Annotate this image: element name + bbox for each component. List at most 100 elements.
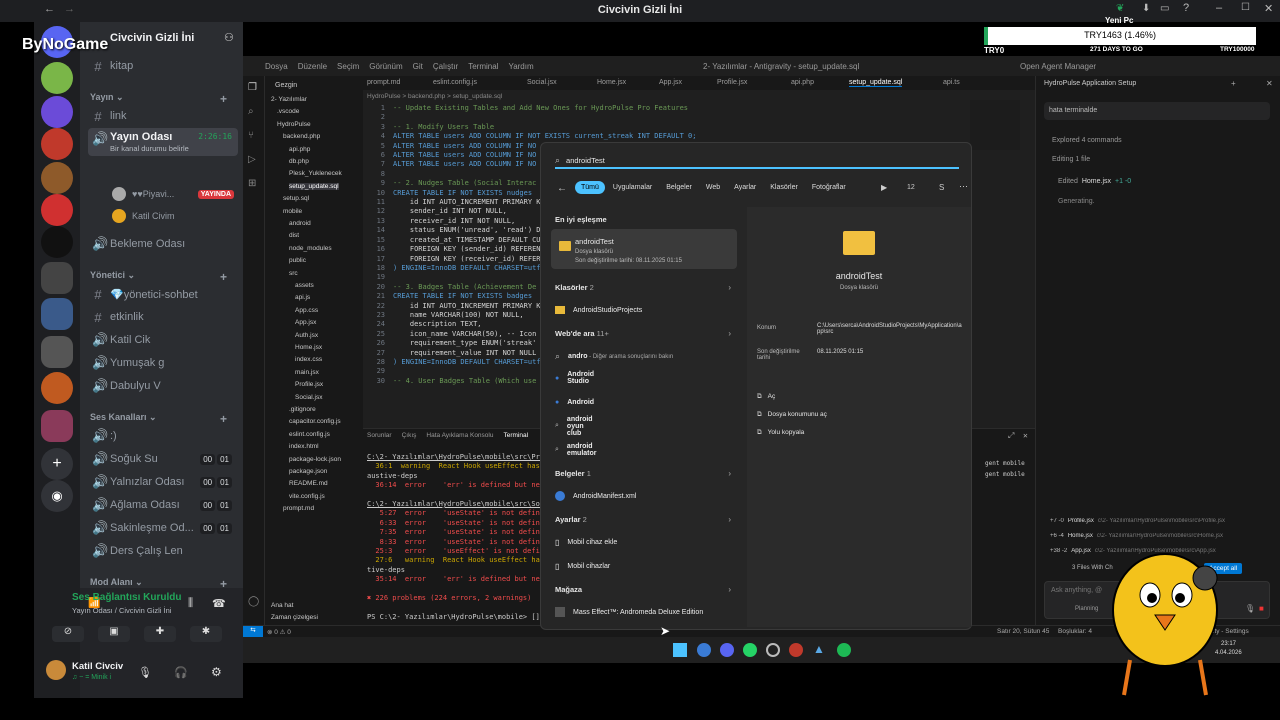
chevron-right-icon[interactable]: › xyxy=(728,585,731,594)
edge-browser-icon[interactable] xyxy=(697,643,711,657)
opera-icon[interactable] xyxy=(789,643,803,657)
file-tree-item[interactable]: 2- Yazılımlar xyxy=(271,96,307,103)
antigravity-icon[interactable]: ▲ xyxy=(813,642,825,656)
editor-tab[interactable]: api.ts xyxy=(943,79,960,86)
file-tree-item[interactable]: setup_update.sql xyxy=(289,182,339,190)
avatar[interactable] xyxy=(46,660,66,680)
voice-location[interactable]: Yayın Odası / Civcivin Gizli İni xyxy=(72,606,171,615)
category-yayin[interactable]: Yayın ⌄ + xyxy=(90,92,227,106)
file-tree-item[interactable]: public xyxy=(289,257,306,264)
screen-share-button[interactable]: ▣ xyxy=(98,626,130,642)
file-tree-item[interactable]: eslint.config.js xyxy=(289,431,330,438)
editor-tab[interactable]: api.php xyxy=(791,79,814,86)
file-tree-item[interactable]: prompt.md xyxy=(283,505,314,512)
channel-kitap[interactable]: # kitap xyxy=(88,56,238,76)
store-result[interactable]: Mass Effect™: Andromeda Deluxe Edition xyxy=(555,603,703,621)
editor-tab[interactable]: Social.jsx xyxy=(527,79,557,86)
editor-tab[interactable]: Home.jsx xyxy=(597,79,626,86)
headphones-icon[interactable]: 🎧 xyxy=(174,666,188,679)
panel-tab[interactable]: Çıkış xyxy=(402,431,417,440)
terminal-output[interactable]: C:\2- Yazılımlar\HydroPulse\mobile\src\P… xyxy=(367,453,557,622)
menu-item[interactable]: Çalıştır xyxy=(433,62,458,71)
channel-status[interactable]: Bir kanal durumu belirle xyxy=(110,144,189,153)
windows-start-icon[interactable] xyxy=(673,643,687,657)
minimize-icon[interactable]: – xyxy=(1216,2,1222,14)
panel-tab[interactable]: Sorunlar xyxy=(367,431,392,440)
account-initial[interactable]: S xyxy=(939,183,944,192)
server-icon[interactable] xyxy=(41,226,73,258)
file-tree-item[interactable]: package.json xyxy=(289,468,327,475)
folders-heading[interactable]: Klasörler 2 xyxy=(555,283,594,292)
web-result[interactable]: ● Android xyxy=(555,393,594,411)
menu-item[interactable]: Görünüm xyxy=(369,62,402,71)
category-yonetici[interactable]: Yönetici ⌄ + xyxy=(90,270,227,284)
file-tree-item[interactable]: setup.sql xyxy=(283,195,309,202)
add-channel-icon[interactable]: + xyxy=(220,270,227,284)
channel-yayin-odasi[interactable]: 🔊 Yayın Odası 2:26:16 Bir kanal durumu b… xyxy=(88,128,238,156)
obs-icon[interactable] xyxy=(766,643,780,657)
channel-yonetici-sohbet[interactable]: # 💎yönetici-sohbet xyxy=(88,284,238,304)
channel-etkinlik[interactable]: # etkinlik xyxy=(88,307,238,327)
add-chat-icon[interactable]: + xyxy=(1231,79,1236,88)
file-tree-item[interactable]: db.php xyxy=(289,158,309,165)
file-tree-item[interactable]: backend.php xyxy=(283,133,320,140)
document-result[interactable]: AndroidManifest.xml xyxy=(555,487,636,505)
chevron-right-icon[interactable]: › xyxy=(728,329,731,338)
menu-item[interactable]: Git xyxy=(413,62,423,71)
menu-item[interactable]: Düzenle xyxy=(298,62,327,71)
channel-dabulyu[interactable]: 🔊 Dabulyu V xyxy=(88,376,238,396)
maximize-icon[interactable]: ☐ xyxy=(1241,2,1250,13)
web-heading[interactable]: Web'de ara 11+ xyxy=(555,329,609,338)
file-tree-item[interactable]: api.js xyxy=(295,294,310,301)
server-icon[interactable] xyxy=(41,128,73,160)
server-folder-icon[interactable] xyxy=(41,262,73,294)
problems-count[interactable]: ⊗ 0 ⚠ 0 xyxy=(267,628,291,636)
close-icon[interactable]: ✕ xyxy=(1264,2,1273,15)
web-result[interactable]: ● Android Studio xyxy=(555,369,594,387)
filter-chip[interactable]: Klasörler xyxy=(764,181,804,194)
settings-heading[interactable]: Ayarlar 2 xyxy=(555,515,587,524)
file-tree-item[interactable]: src xyxy=(289,270,298,277)
spotify-icon[interactable] xyxy=(837,643,851,657)
file-tree-item[interactable]: HydroPulse xyxy=(277,121,311,128)
voice-user[interactable]: ♥♥Piyavi... YAYINDA xyxy=(108,184,238,204)
inbox-icon[interactable]: ▭ xyxy=(1160,3,1169,14)
add-channel-icon[interactable]: + xyxy=(220,412,227,426)
file-tree-item[interactable]: dist xyxy=(289,232,299,239)
search-input[interactable]: ⌕ androidTest xyxy=(555,153,959,169)
folder-result[interactable]: AndroidStudioProjects xyxy=(555,301,642,319)
user-name[interactable]: Katil Civciv xyxy=(72,661,123,672)
microphone-icon[interactable]: 🎙 xyxy=(1245,604,1255,613)
server-icon[interactable] xyxy=(41,96,73,128)
add-member-icon[interactable]: ⚇ xyxy=(224,31,234,44)
code-line[interactable]: 2 xyxy=(363,113,1035,122)
whatsapp-icon[interactable] xyxy=(743,643,757,657)
close-chat-icon[interactable]: ✕ xyxy=(1266,79,1273,88)
extensions-icon[interactable]: ⊞ xyxy=(248,178,256,189)
menu-item[interactable]: Seçim xyxy=(337,62,359,71)
server-name[interactable]: Civcivin Gizli İni xyxy=(110,32,194,44)
detail-action[interactable]: ⧉ Yolu kopyala xyxy=(757,429,804,437)
filter-chip[interactable]: Fotoğraflar xyxy=(806,181,852,194)
file-tree-item[interactable]: Profile.jsx xyxy=(295,381,323,388)
server-icon[interactable] xyxy=(41,162,73,194)
add-channel-icon[interactable]: + xyxy=(220,92,227,106)
web-result[interactable]: ⌕ android emulator xyxy=(555,441,596,459)
outline-section[interactable]: Ana hat xyxy=(271,602,293,609)
settings-result[interactable]: ▯ Mobil cihaz ekle xyxy=(555,533,617,551)
channel-aglama[interactable]: 🔊 Ağlama Odası 00 01 xyxy=(88,495,238,515)
editor-tab[interactable]: App.jsx xyxy=(659,79,682,86)
channel-soguk[interactable]: 🔊 Soğuk Su 00 01 xyxy=(88,449,238,469)
store-heading[interactable]: Mağaza xyxy=(555,585,582,594)
settings-result[interactable]: ▯ Mobil cihazlar xyxy=(555,557,610,575)
file-tree-item[interactable]: README.md xyxy=(289,480,328,487)
explored-summary[interactable]: Explored 4 commands xyxy=(1052,137,1122,144)
filter-chip[interactable]: Ayarlar xyxy=(728,181,762,194)
editor-tab[interactable]: eslint.config.js xyxy=(433,79,477,86)
disconnect-icon[interactable]: ☎ xyxy=(212,597,226,610)
microphone-icon[interactable]: 🎙 xyxy=(138,666,152,679)
edited-file-row[interactable]: Edited Home.jsx +1 -0 xyxy=(1058,178,1131,185)
chevron-right-icon[interactable]: › xyxy=(728,515,731,524)
channel-link[interactable]: # link xyxy=(88,106,238,126)
voice-user[interactable]: Katil Civim xyxy=(108,206,238,226)
